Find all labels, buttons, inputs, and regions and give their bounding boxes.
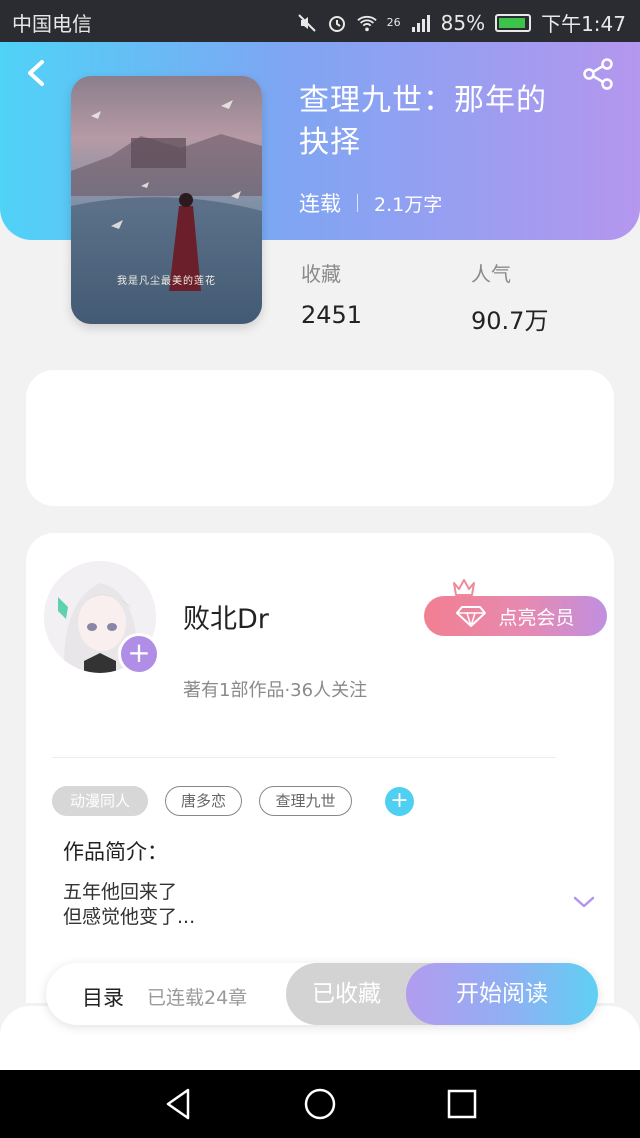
status-bar: 中国电信 26 85% 下午1:47 [0,0,640,42]
catalog-button[interactable]: 目录 [82,982,124,1012]
plus-icon: + [390,788,409,813]
plus-icon: + [127,636,151,669]
clock: 下午1:47 [541,12,626,36]
intro-line2: 但感觉他变了... [63,906,196,928]
start-reading-button[interactable]: 开始阅读 [406,963,598,1025]
status-icons: 26 85% 下午1:47 [297,8,626,37]
follow-author-button[interactable]: + [118,633,160,675]
intro-text: 五年他回来了 但感觉他变了... [63,880,195,930]
add-tag-button[interactable]: + [385,787,414,816]
intro-line1: 五年他回来了 [63,881,178,903]
book-title-line2: 抉择 [299,125,361,160]
favorites-stat: 收藏 2451 [301,258,362,329]
crown-icon [453,579,475,596]
tag-category[interactable]: 动漫同人 [52,786,148,816]
intro-title: 作品简介： [63,840,168,864]
battery-percent: 85% [440,10,486,35]
battery-icon [495,13,532,32]
serial-status: 连载 [299,192,341,216]
popularity-stat: 人气 90.7万 [471,258,548,336]
favorites-value: 2451 [301,301,363,329]
signal-icon [411,14,430,32]
wifi-icon [356,15,377,31]
divider [52,757,556,758]
popularity-value: 90.7万 [471,307,549,335]
author-name[interactable]: 败北Dr [183,597,269,636]
tag-pairing[interactable]: 唐多恋 [165,786,242,816]
chevron-down-icon[interactable] [572,894,596,910]
alarm-icon [328,15,345,32]
favorites-label: 收藏 [301,262,341,286]
popularity-label: 人气 [471,262,511,286]
back-button[interactable] [20,56,54,90]
tag-fandom[interactable]: 查理九世 [259,786,352,816]
vip-label: 点亮会员 [498,606,575,629]
nav-back-icon[interactable] [160,1086,196,1122]
chapter-count: 已连载24章 [147,987,248,1009]
cover-caption: 我是凡尘最美的莲花 [117,276,216,287]
book-meta: 连载 2.1万字 [299,188,442,218]
mute-icon [297,13,316,32]
word-count: 2.1万字 [374,193,443,216]
book-title: 查理九世：那年的 抉择 [299,80,599,164]
vip-button[interactable]: 点亮会员 [424,596,607,636]
book-cover[interactable]: 我是凡尘最美的莲花 [71,76,262,324]
nav-recents-icon[interactable] [444,1086,480,1122]
blank-card [26,370,614,506]
meta-divider [357,194,358,212]
network-type: 26 [386,16,401,29]
book-title-line1: 查理九世：那年的 [299,83,547,118]
diamond-icon [456,606,487,627]
author-stats: 著有1部作品·36人关注 [183,680,368,701]
carrier-label: 中国电信 [12,12,92,36]
nav-home-icon[interactable] [302,1086,338,1122]
